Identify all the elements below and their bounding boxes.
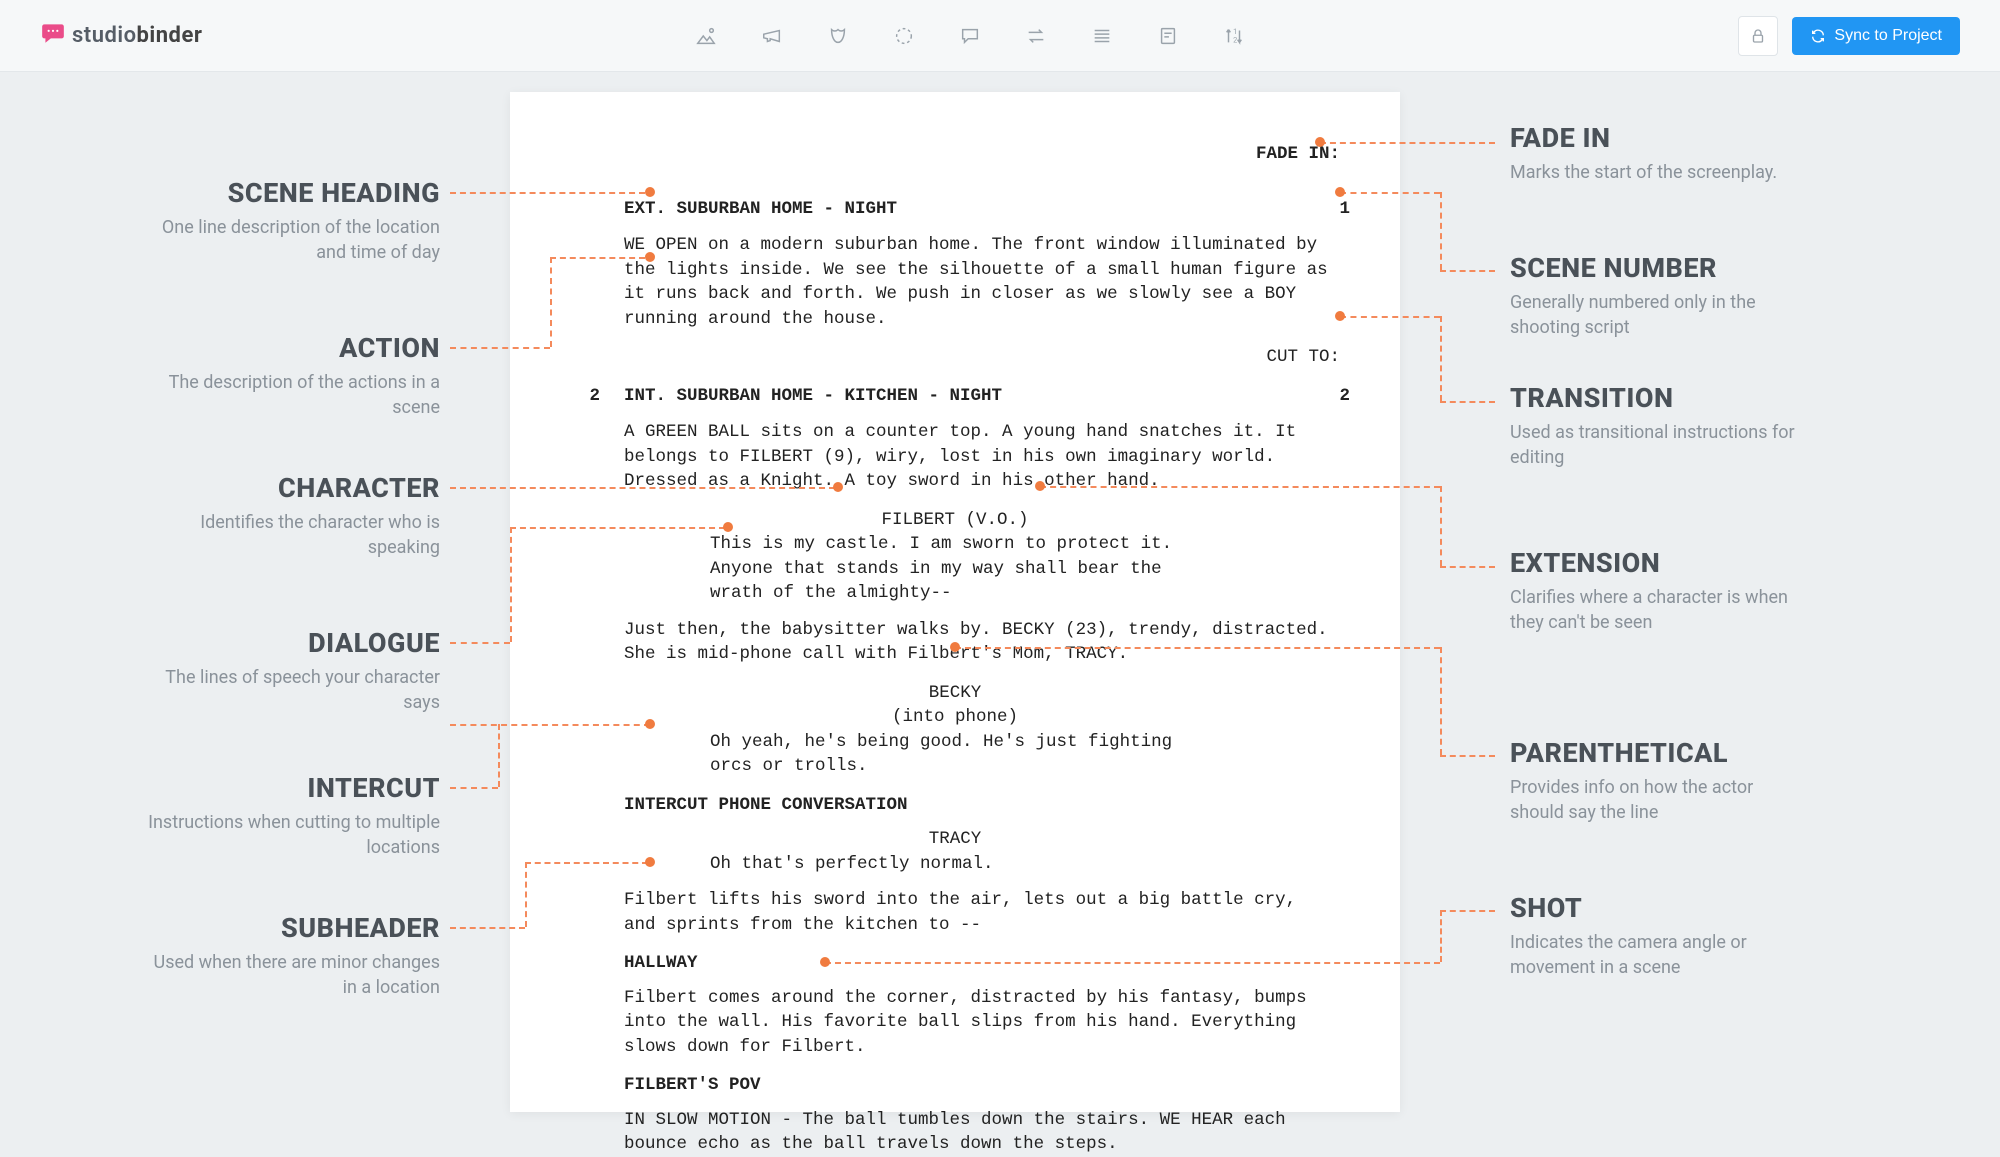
connector-dot — [645, 187, 655, 197]
connector-line — [498, 724, 500, 787]
connector-line — [450, 724, 650, 726]
editor-canvas: FADE IN: EXT. SUBURBAN HOME - NIGHT 1 WE… — [0, 72, 2000, 1125]
callout-shot: SHOTIndicates the camera angle or moveme… — [1510, 892, 1810, 980]
connector-dot — [1335, 311, 1345, 321]
connector-line — [1440, 192, 1442, 270]
script-page: FADE IN: EXT. SUBURBAN HOME - NIGHT 1 WE… — [510, 92, 1400, 1112]
callout-dialogue: DIALOGUEThe lines of speech your charact… — [140, 627, 440, 715]
callout-parenthetical: PARENTHETICALProvides info on how the ac… — [1510, 737, 1810, 825]
connector-dot — [723, 522, 733, 532]
callout-intercut: INTERCUTInstructions when cutting to mul… — [140, 772, 440, 860]
connector-line — [450, 642, 510, 644]
toolbar-tools: 12 — [202, 24, 1738, 48]
connector-line — [525, 862, 527, 927]
connector-line — [550, 257, 645, 259]
character-tracy: TRACY — [560, 827, 1350, 852]
connector-line — [1440, 910, 1495, 912]
dialogue-tracy: Oh that's perfectly normal. — [560, 852, 1350, 877]
action-block-1: WE OPEN on a modern suburban home. The f… — [560, 233, 1350, 331]
fade-in-line: FADE IN: — [560, 142, 1350, 167]
connector-dot — [645, 857, 655, 867]
connector-line — [825, 962, 1440, 964]
connector-dot — [1335, 187, 1345, 197]
comment-icon[interactable] — [958, 24, 982, 48]
circle-icon[interactable] — [892, 24, 916, 48]
connector-line — [450, 192, 645, 194]
sync-to-project-button[interactable]: Sync to Project — [1792, 17, 1960, 55]
mask-icon[interactable] — [826, 24, 850, 48]
dialogue-becky: Oh yeah, he's being good. He's just figh… — [560, 730, 1350, 779]
brand-logo[interactable]: studiobinder — [40, 20, 202, 52]
connector-dot — [1035, 481, 1045, 491]
connector-line — [450, 487, 835, 489]
callout-action: ACTIONThe description of the actions in … — [140, 332, 440, 420]
action-block-5: Filbert comes around the corner, distrac… — [560, 986, 1350, 1060]
connector-line — [450, 927, 525, 929]
callout-scene-heading: SCENE HEADINGOne line description of the… — [140, 177, 440, 265]
parenthetical-becky: (into phone) — [560, 705, 1350, 730]
scene-number-1: 1 — [1320, 197, 1350, 222]
connector-line — [1040, 486, 1440, 488]
connector-line — [1320, 142, 1495, 144]
connector-line — [510, 527, 725, 529]
action-block-6: IN SLOW MOTION - The ball tumbles down t… — [560, 1108, 1350, 1157]
callout-scene-number: SCENE NUMBERGenerally numbered only in t… — [1510, 252, 1810, 340]
connector-dot — [645, 719, 655, 729]
connector-dot — [645, 252, 655, 262]
svg-text:2: 2 — [1233, 35, 1237, 44]
connector-dot — [833, 482, 843, 492]
connector-line — [1440, 647, 1442, 755]
transition-cut-to: CUT TO: — [560, 345, 1350, 370]
character-becky: BECKY — [560, 681, 1350, 706]
connector-line — [450, 787, 498, 789]
lines-icon[interactable] — [1090, 24, 1114, 48]
toolbar: studiobinder 12 Sync to Project — [0, 0, 2000, 72]
connector-line — [1440, 566, 1495, 568]
intercut-heading: INTERCUT PHONE CONVERSATION — [560, 793, 1350, 818]
connector-line — [1440, 270, 1495, 272]
connector-line — [955, 647, 1440, 649]
callout-character: CHARACTERIdentifies the character who is… — [140, 472, 440, 560]
connector-line — [1440, 401, 1495, 403]
lock-button[interactable] — [1738, 16, 1778, 56]
connector-line — [450, 347, 550, 349]
connector-line — [1440, 486, 1442, 566]
image-icon[interactable] — [694, 24, 718, 48]
callout-transition: TRANSITIONUsed as transitional instructi… — [1510, 382, 1810, 470]
chat-bubble-icon — [40, 20, 66, 52]
sort-icon[interactable]: 12 — [1222, 24, 1246, 48]
connector-dot — [1315, 137, 1325, 147]
action-block-2: A GREEN BALL sits on a counter top. A yo… — [560, 420, 1350, 494]
connector-line — [550, 257, 552, 347]
callout-fade-in: FADE INMarks the start of the screenplay… — [1510, 122, 1810, 185]
scene-heading-1: EXT. SUBURBAN HOME - NIGHT 1 — [560, 197, 1350, 222]
megaphone-icon[interactable] — [760, 24, 784, 48]
connector-dot — [820, 957, 830, 967]
connector-line — [1340, 192, 1440, 194]
scene-heading-2: 2 INT. SUBURBAN HOME - KITCHEN - NIGHT 2 — [560, 384, 1350, 409]
connector-dot — [950, 642, 960, 652]
connector-line — [1340, 316, 1440, 318]
swap-icon[interactable] — [1024, 24, 1048, 48]
connector-line — [1440, 316, 1442, 401]
connector-line — [1440, 910, 1442, 962]
action-block-4: Filbert lifts his sword into the air, le… — [560, 888, 1350, 937]
brand-name: studiobinder — [72, 23, 202, 48]
connector-line — [525, 862, 648, 864]
dialogue-filbert: This is my castle. I am sworn to protect… — [560, 532, 1350, 606]
shot-pov: FILBERT'S POV — [560, 1073, 1350, 1098]
callout-extension: EXTENSIONClarifies where a character is … — [1510, 547, 1810, 635]
connector-line — [510, 527, 512, 642]
connector-line — [1440, 755, 1495, 757]
note-icon[interactable] — [1156, 24, 1180, 48]
callout-subheader: SUBHEADERUsed when there are minor chang… — [140, 912, 440, 1000]
